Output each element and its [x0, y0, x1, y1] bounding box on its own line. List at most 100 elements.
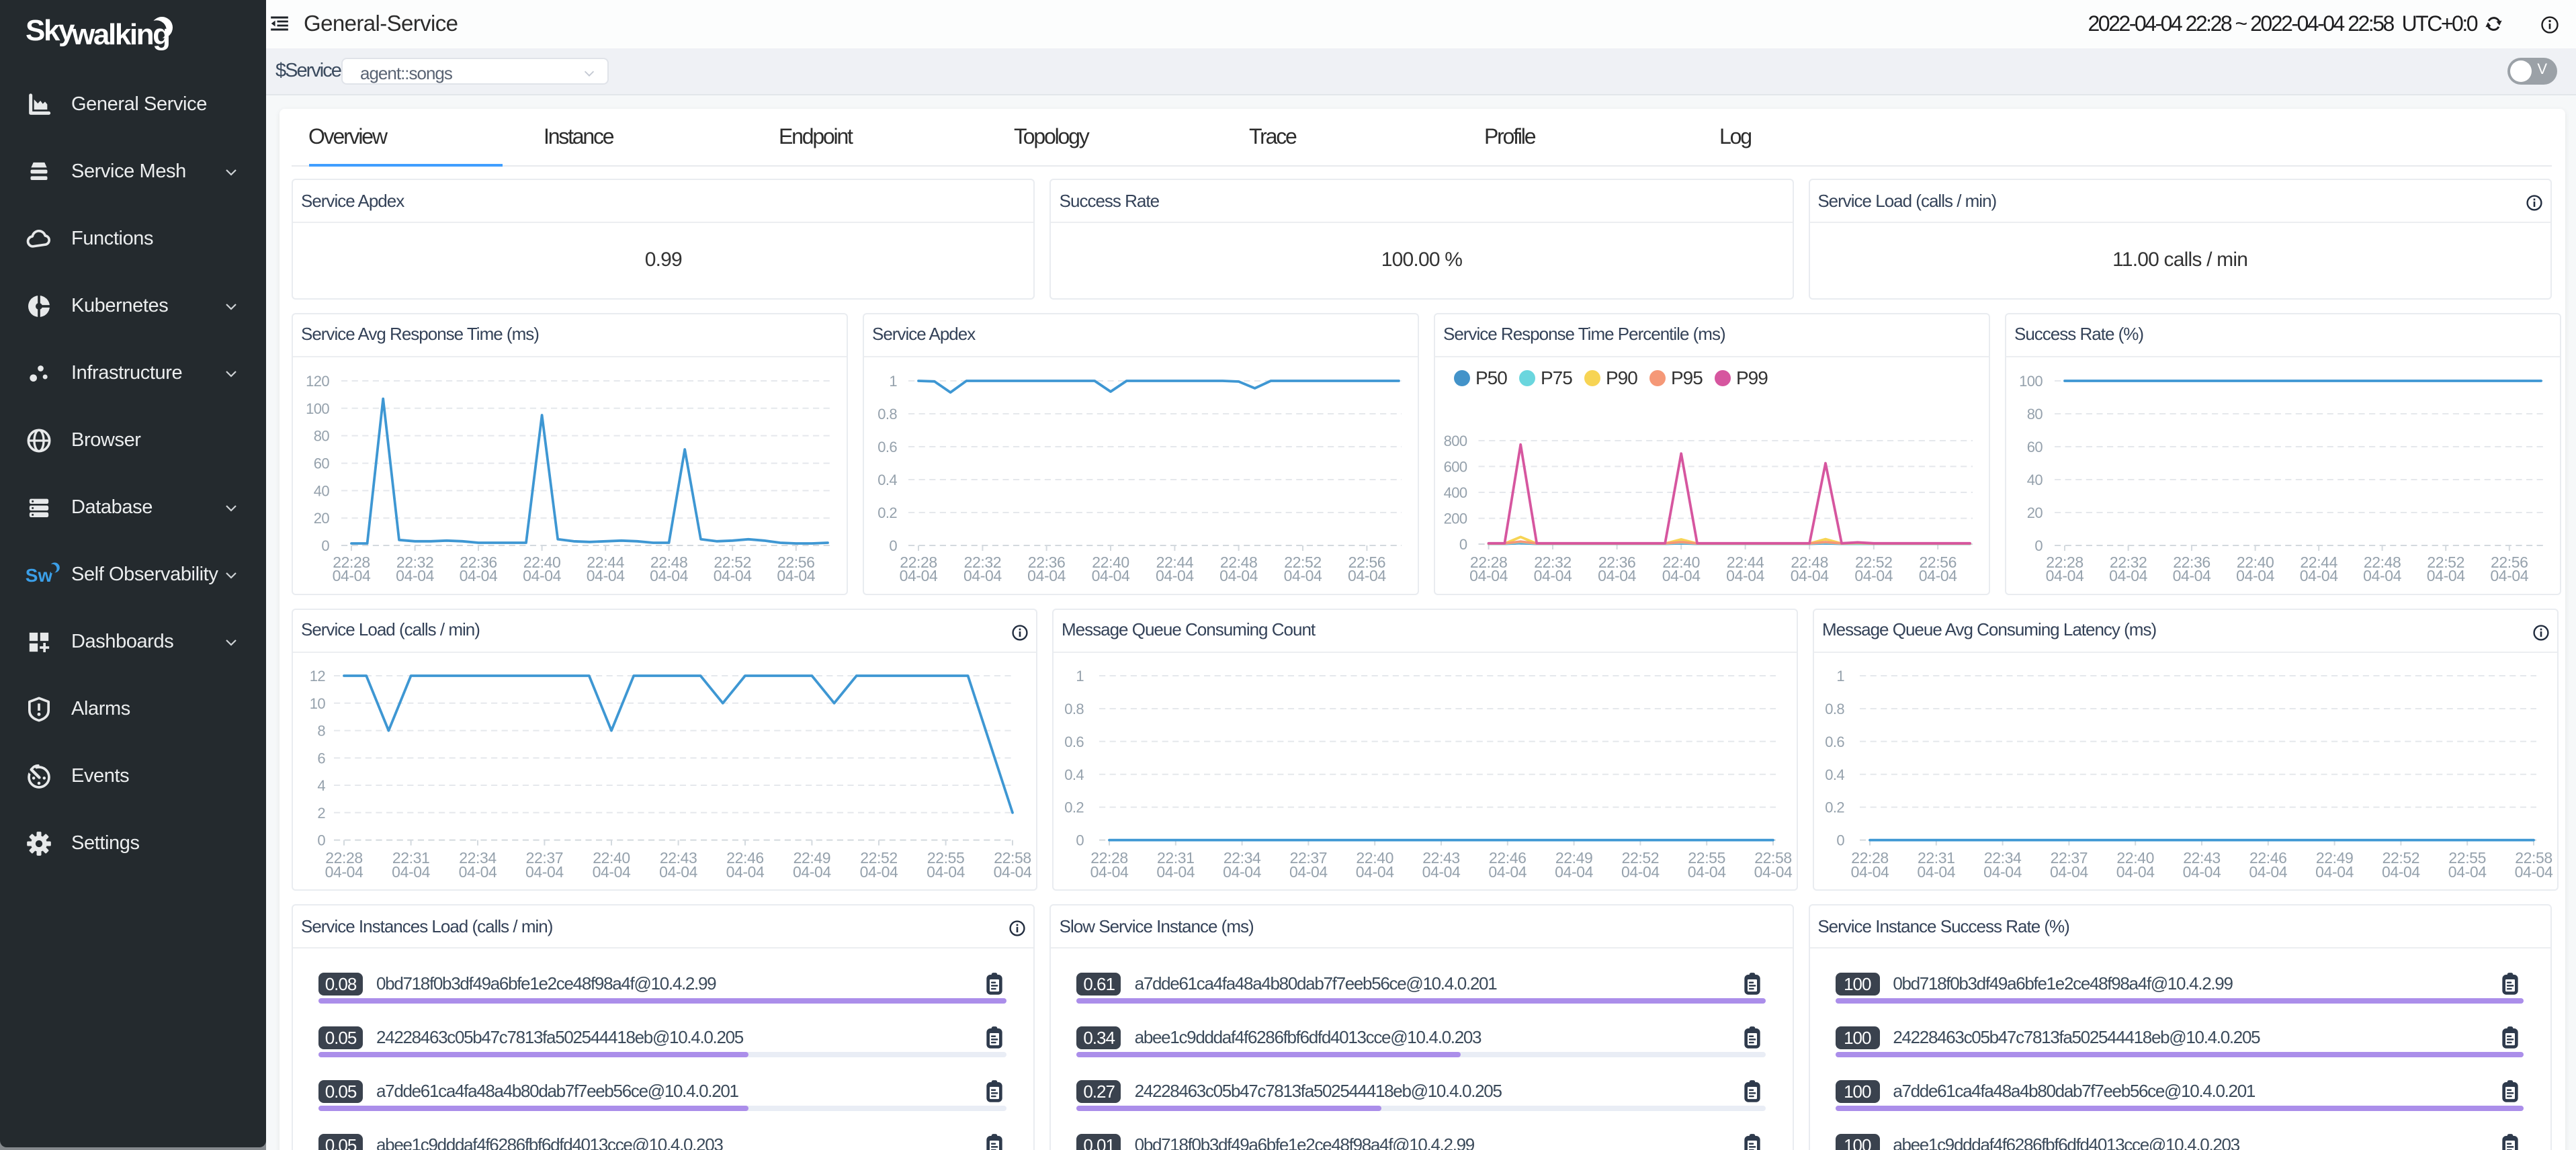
svg-text:04-04: 04-04 — [2109, 566, 2147, 584]
svg-text:400: 400 — [1444, 484, 1467, 500]
svg-text:80: 80 — [314, 427, 330, 444]
svg-text:04-04: 04-04 — [1621, 862, 1660, 880]
svg-text:04-04: 04-04 — [1983, 862, 2022, 880]
svg-text:04-04: 04-04 — [2050, 862, 2088, 880]
svg-text:04-04: 04-04 — [2490, 566, 2528, 584]
svg-text:40: 40 — [314, 482, 330, 498]
svg-text:0: 0 — [1459, 535, 1467, 552]
svg-text:0: 0 — [317, 832, 325, 848]
svg-text:04-04: 04-04 — [1488, 862, 1527, 880]
svg-text:P95: P95 — [1671, 367, 1703, 388]
svg-text:04-04: 04-04 — [2300, 566, 2338, 584]
svg-text:0: 0 — [1076, 832, 1084, 848]
svg-text:04-04: 04-04 — [2427, 566, 2465, 584]
svg-text:P50: P50 — [1475, 367, 1507, 388]
svg-text:04-04: 04-04 — [650, 566, 688, 584]
svg-text:0.8: 0.8 — [1825, 700, 1844, 717]
svg-text:04-04: 04-04 — [2116, 862, 2155, 880]
svg-text:0: 0 — [321, 537, 329, 554]
svg-text:04-04: 04-04 — [333, 566, 371, 584]
svg-text:04-04: 04-04 — [1851, 862, 1889, 880]
svg-text:04-04: 04-04 — [2173, 566, 2211, 584]
svg-text:80: 80 — [2027, 405, 2043, 422]
svg-text:0.8: 0.8 — [877, 405, 897, 422]
svg-text:04-04: 04-04 — [1555, 862, 1593, 880]
svg-text:04-04: 04-04 — [1156, 566, 1194, 584]
svg-text:04-04: 04-04 — [659, 862, 697, 880]
svg-text:60: 60 — [2027, 438, 2043, 455]
svg-text:04-04: 04-04 — [860, 862, 898, 880]
svg-text:04-04: 04-04 — [1422, 862, 1461, 880]
svg-text:04-04: 04-04 — [900, 566, 938, 584]
svg-text:0.8: 0.8 — [1064, 700, 1084, 717]
svg-text:04-04: 04-04 — [1854, 566, 1893, 584]
svg-text:04-04: 04-04 — [523, 566, 561, 584]
svg-text:04-04: 04-04 — [1791, 566, 1829, 584]
svg-text:0.6: 0.6 — [1825, 733, 1844, 750]
svg-text:04-04: 04-04 — [1662, 566, 1701, 584]
svg-text:04-04: 04-04 — [1027, 566, 1066, 584]
svg-text:1: 1 — [1836, 667, 1844, 684]
svg-text:04-04: 04-04 — [1156, 862, 1195, 880]
svg-text:04-04: 04-04 — [2382, 862, 2420, 880]
svg-text:04-04: 04-04 — [460, 566, 498, 584]
svg-text:04-04: 04-04 — [1754, 862, 1793, 880]
svg-text:04-04: 04-04 — [2046, 566, 2084, 584]
svg-text:200: 200 — [1444, 510, 1467, 527]
svg-text:2: 2 — [317, 804, 325, 821]
svg-text:4: 4 — [317, 777, 325, 793]
svg-text:0.4: 0.4 — [877, 471, 897, 488]
svg-text:P75: P75 — [1541, 367, 1572, 388]
svg-text:100: 100 — [2019, 372, 2043, 389]
svg-text:04-04: 04-04 — [1919, 566, 1957, 584]
svg-text:04-04: 04-04 — [1688, 862, 1726, 880]
svg-text:04-04: 04-04 — [2515, 862, 2553, 880]
svg-text:20: 20 — [314, 509, 330, 526]
svg-text:12: 12 — [310, 667, 326, 684]
svg-text:04-04: 04-04 — [1348, 566, 1386, 584]
svg-text:0.2: 0.2 — [1064, 799, 1084, 815]
svg-text:04-04: 04-04 — [1917, 862, 1955, 880]
svg-text:0.2: 0.2 — [1825, 799, 1844, 815]
svg-text:120: 120 — [306, 372, 329, 389]
svg-text:40: 40 — [2027, 471, 2043, 488]
svg-text:04-04: 04-04 — [525, 862, 564, 880]
svg-text:0: 0 — [889, 537, 897, 554]
svg-text:1: 1 — [889, 372, 897, 389]
svg-text:800: 800 — [1444, 432, 1467, 449]
svg-text:P90: P90 — [1606, 367, 1637, 388]
svg-text:600: 600 — [1444, 457, 1467, 474]
svg-text:04-04: 04-04 — [2363, 566, 2401, 584]
svg-text:04-04: 04-04 — [1534, 566, 1572, 584]
svg-text:0.4: 0.4 — [1825, 766, 1844, 783]
svg-text:04-04: 04-04 — [1469, 566, 1508, 584]
svg-text:04-04: 04-04 — [2249, 862, 2287, 880]
svg-text:10: 10 — [310, 695, 326, 711]
svg-text:04-04: 04-04 — [593, 862, 631, 880]
svg-text:0.6: 0.6 — [1064, 733, 1084, 750]
svg-text:04-04: 04-04 — [1289, 862, 1328, 880]
svg-text:20: 20 — [2027, 504, 2043, 521]
svg-text:0.4: 0.4 — [1064, 766, 1084, 783]
svg-text:04-04: 04-04 — [2448, 862, 2487, 880]
svg-text:0: 0 — [1836, 832, 1844, 848]
svg-text:04-04: 04-04 — [994, 862, 1032, 880]
svg-text:04-04: 04-04 — [1726, 566, 1764, 584]
svg-text:P99: P99 — [1736, 367, 1768, 388]
svg-text:04-04: 04-04 — [927, 862, 965, 880]
svg-text:04-04: 04-04 — [2315, 862, 2354, 880]
svg-text:04-04: 04-04 — [1284, 566, 1322, 584]
svg-text:8: 8 — [317, 722, 325, 739]
svg-text:04-04: 04-04 — [777, 566, 815, 584]
svg-text:04-04: 04-04 — [1598, 566, 1636, 584]
svg-text:04-04: 04-04 — [793, 862, 831, 880]
svg-text:04-04: 04-04 — [2236, 566, 2274, 584]
svg-text:60: 60 — [314, 455, 330, 472]
svg-text:1: 1 — [1076, 667, 1084, 684]
svg-text:04-04: 04-04 — [1092, 566, 1130, 584]
svg-text:04-04: 04-04 — [396, 566, 434, 584]
svg-text:6: 6 — [317, 749, 325, 766]
svg-text:04-04: 04-04 — [325, 862, 363, 880]
svg-text:04-04: 04-04 — [1356, 862, 1394, 880]
svg-text:04-04: 04-04 — [2183, 862, 2221, 880]
